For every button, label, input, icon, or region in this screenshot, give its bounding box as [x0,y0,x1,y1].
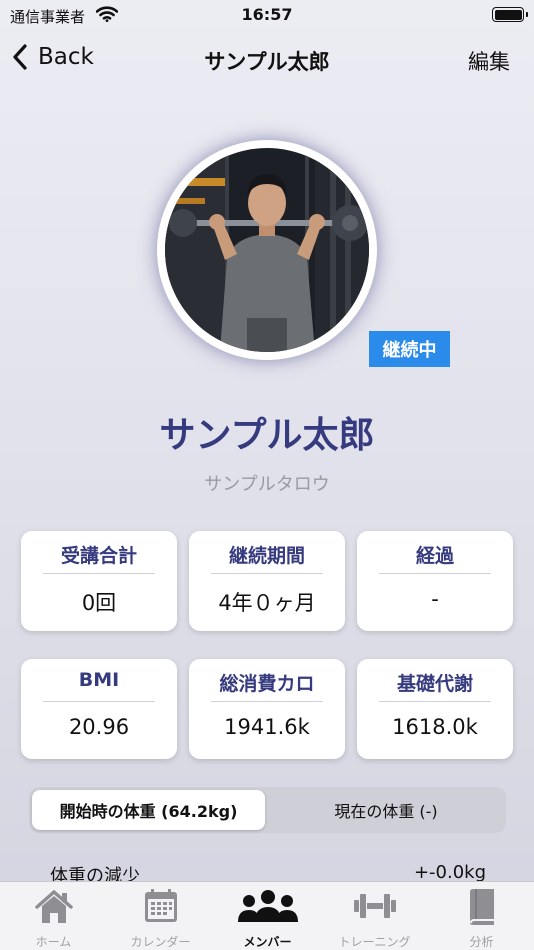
edit-button[interactable]: 編集 [468,46,510,76]
avatar[interactable] [165,148,369,352]
stat-value: 0回 [81,591,117,615]
divider [379,701,491,702]
tab-label: トレーニング [338,935,411,949]
avatar-photo [165,148,369,352]
dumbbell-icon [353,894,396,918]
weight-segmented-control: 開始時の体重 (64.2kg) 現在の体重 (-) [29,787,506,833]
tab-home[interactable]: ホーム [0,882,107,950]
back-label: Back [38,44,94,70]
home-icon [34,890,73,923]
tab-label: メンバー [243,935,292,949]
stat-value: 1618.0k [392,715,478,739]
stat-card-elapsed: 経過 - [357,531,513,631]
stat-title: 経過 [415,545,454,567]
divider [43,701,155,702]
tab-members[interactable]: メンバー [214,882,321,950]
member-kana: サンプルタロウ [204,474,330,495]
divider [211,701,323,702]
stat-title: 基礎代謝 [396,673,473,695]
stat-title: BMI [78,669,120,691]
stat-card-duration: 継続期間 4年０ヶ月 [189,531,345,631]
back-button[interactable]: Back [12,44,94,70]
status-bar: 通信事業者 16:57 [0,0,534,30]
status-badge: 継続中 [369,331,450,367]
chevron-left-icon [13,44,27,70]
navigation-bar: Back サンプル太郎 編集 [0,40,534,82]
stat-title: 受講合計 [60,545,137,567]
stat-value: - [431,587,439,611]
tab-analysis[interactable]: 分析 [428,882,534,950]
stat-card-calories: 総消費カロ 1941.6k [189,659,345,759]
avatar-frame [157,140,377,360]
calendar-icon [144,889,177,922]
stat-title: 継続期間 [228,545,305,567]
stat-value: 4年０ヶ月 [218,591,316,615]
status-time: 16:57 [241,5,293,24]
segment-current-weight[interactable]: 現在の体重 (-) [269,790,503,830]
tab-label: ホーム [35,935,72,949]
stat-title: 総消費カロ [219,673,315,695]
book-icon [469,889,494,925]
weight-loss-value: +-0.0kg [413,862,486,883]
divider [211,573,323,574]
stat-card-bmi: BMI 20.96 [21,659,177,759]
tab-calendar[interactable]: カレンダー [107,882,214,950]
tab-bar: ホーム カレンダー メンバー トレーニング 分析 [0,881,534,950]
tab-label: カレンダー [130,935,191,949]
tab-training[interactable]: トレーニング [321,882,428,950]
divider [379,573,491,574]
stat-card-total-lessons: 受講合計 0回 [21,531,177,631]
stat-value: 20.96 [68,715,130,739]
segment-start-weight[interactable]: 開始時の体重 (64.2kg) [32,790,265,830]
battery-icon [492,7,528,22]
stat-value: 1941.6k [224,715,310,739]
member-name: サンプル太郎 [159,415,375,456]
members-icon [237,890,298,922]
tab-label: 分析 [469,935,494,949]
divider [43,573,155,574]
stat-card-basal-metabolism: 基礎代謝 1618.0k [357,659,513,759]
